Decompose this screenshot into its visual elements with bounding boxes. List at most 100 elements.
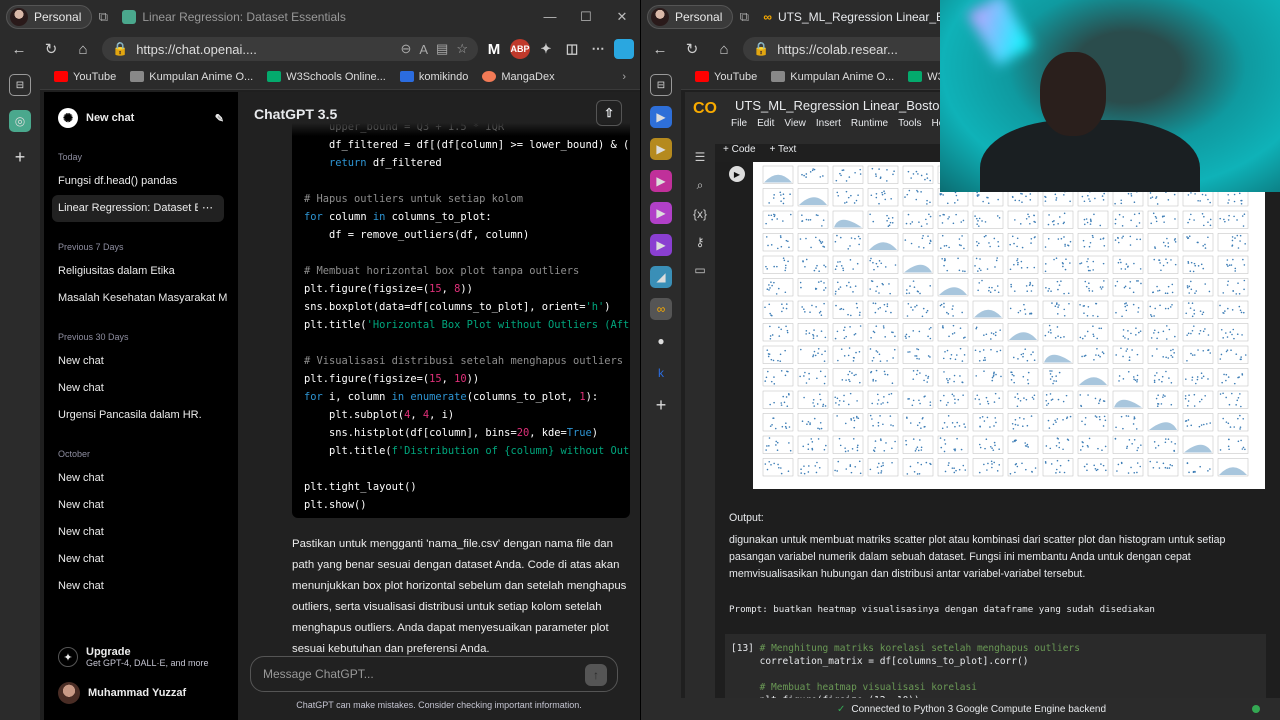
share-icon[interactable]: ⇧ — [596, 100, 622, 126]
new-chat-button[interactable]: ✺ New chat ✎ — [52, 100, 230, 136]
refresh-icon[interactable]: ↻ — [38, 36, 64, 62]
right-active-tab[interactable]: ∞ UTS_ML_Regression Linear_Bo — [763, 10, 950, 24]
workspaces-icon[interactable]: ⧉ — [733, 6, 755, 28]
pairplot-point — [843, 337, 846, 340]
add-text-button[interactable]: + Text — [770, 144, 797, 162]
chatgpt-tab-icon[interactable]: ◎ — [9, 110, 31, 132]
left-active-tab[interactable]: Linear Regression: Dataset Essentials — [122, 10, 346, 24]
adblock-icon[interactable]: ABP — [510, 39, 530, 59]
key-icon[interactable]: ⚷ — [696, 235, 705, 249]
toc-icon[interactable]: ☰ — [695, 150, 706, 164]
pairplot-point — [1167, 199, 1170, 201]
left-url-field[interactable]: 🔒 https://chat.openai.... ⊖ A ▤ ☆ — [102, 37, 478, 61]
bookmarks-overflow-icon[interactable]: › — [622, 71, 626, 83]
bookmark-w3schools[interactable]: W3Schools Online... — [267, 71, 386, 83]
tab-icon[interactable]: ▶ — [650, 138, 672, 160]
more-options-icon[interactable]: ⋯ — [202, 195, 213, 222]
pairplot-point — [920, 191, 922, 193]
bookmark-komikindo[interactable]: komikindo — [399, 71, 468, 83]
pairplot-point — [1058, 446, 1061, 449]
tab-icon[interactable]: ▶ — [650, 106, 672, 128]
tab-icon[interactable]: ◢ — [650, 266, 672, 288]
m-extension-icon[interactable]: M — [484, 39, 504, 59]
back-icon[interactable]: ← — [6, 36, 32, 62]
close-icon[interactable]: ✕ — [604, 9, 640, 25]
history-item[interactable]: New chat — [44, 546, 230, 573]
right-profile-button[interactable]: Personal — [647, 5, 734, 29]
pairplot-point — [1016, 237, 1019, 240]
minimize-icon[interactable]: — — [532, 9, 568, 25]
pairplot-panel — [937, 390, 969, 409]
menu-file[interactable]: File — [731, 118, 747, 129]
colab-tab-icon[interactable]: ∞ — [650, 298, 672, 320]
extensions-icon[interactable]: ✦ — [536, 39, 556, 59]
menu-tools[interactable]: Tools — [898, 118, 921, 129]
pairplot-point — [1017, 397, 1020, 400]
new-tab-icon[interactable]: + — [9, 146, 31, 168]
pairplot-point — [930, 463, 932, 466]
upgrade-button[interactable]: ✦ Upgrade Get GPT-4, DALL·E, and more — [58, 646, 209, 668]
bookmark-youtube[interactable]: YouTube — [54, 71, 116, 83]
notebook-title[interactable]: UTS_ML_Regression Linear_Boston — [735, 98, 947, 113]
left-profile-button[interactable]: Personal — [6, 5, 93, 29]
model-selector[interactable]: ChatGPT 3.5 — [254, 106, 337, 122]
zoom-icon[interactable]: ⊖ — [400, 41, 411, 57]
pairplot-point — [993, 401, 996, 403]
history-item[interactable]: New chat — [44, 348, 230, 375]
refresh-icon[interactable]: ↻ — [679, 36, 705, 62]
history-item[interactable]: New chat — [44, 519, 230, 546]
copilot-icon[interactable] — [614, 39, 634, 59]
tab-icon[interactable]: ▶ — [650, 234, 672, 256]
home-icon[interactable]: ⌂ — [711, 36, 737, 62]
tab-icon[interactable]: ▶ — [650, 202, 672, 224]
history-item[interactable]: New chat — [44, 465, 230, 492]
bookmark-mangadex[interactable]: MangaDex — [482, 71, 555, 83]
history-item-active[interactable]: Linear Regression: Dataset Es ⋯ — [52, 195, 224, 222]
tab-actions-icon[interactable]: ⊟ — [9, 74, 31, 96]
pairplot-point — [961, 381, 963, 384]
history-item[interactable]: New chat — [44, 375, 230, 402]
pairplot-point — [879, 306, 881, 309]
pairplot-point — [1237, 440, 1240, 443]
maximize-icon[interactable]: ☐ — [568, 9, 604, 25]
add-code-button[interactable]: + Code — [723, 144, 756, 162]
menu-runtime[interactable]: Runtime — [851, 118, 888, 129]
history-item[interactable]: Masalah Kesehatan Masyarakat M — [44, 285, 230, 312]
code-cell[interactable]: [13] # Menghitung matriks korelasi setel… — [725, 634, 1266, 698]
history-item[interactable]: Urgensi Pancasila dalam HR. — [44, 402, 230, 429]
run-cell-icon[interactable]: ▶ — [729, 166, 745, 182]
reader-icon[interactable]: ▤ — [436, 41, 448, 57]
bookmark-anime[interactable]: Kumpulan Anime O... — [771, 71, 894, 83]
history-item[interactable]: Fungsi df.head() pandas — [44, 168, 230, 195]
workspaces-icon[interactable]: ⧉ — [92, 6, 114, 28]
message-input[interactable]: Message ChatGPT... ↑ — [250, 656, 618, 692]
more-icon[interactable]: ⋯ — [588, 39, 608, 59]
folder-icon[interactable]: ▭ — [694, 263, 705, 277]
history-item[interactable]: Religiusitas dalam Etika — [44, 258, 230, 285]
tab-actions-icon[interactable]: ⊟ — [650, 74, 672, 96]
home-icon[interactable]: ⌂ — [70, 36, 96, 62]
bookmark-youtube[interactable]: YouTube — [695, 71, 757, 83]
pairplot-point — [780, 236, 782, 239]
send-icon[interactable]: ↑ — [585, 664, 607, 686]
menu-insert[interactable]: Insert — [816, 118, 841, 129]
tab-icon[interactable]: ▶ — [650, 170, 672, 192]
read-aloud-icon[interactable]: A — [419, 42, 428, 57]
pairplot-panel — [1077, 255, 1109, 274]
bookmark-anime[interactable]: Kumpulan Anime O... — [130, 71, 253, 83]
user-menu[interactable]: Muhammad Yuzzaf — [58, 682, 186, 704]
back-icon[interactable]: ← — [647, 36, 673, 62]
menu-edit[interactable]: Edit — [757, 118, 774, 129]
history-item[interactable]: New chat — [44, 573, 230, 600]
favorite-star-icon[interactable]: ☆ — [456, 41, 468, 57]
tab-icon[interactable]: k — [650, 362, 672, 384]
pairplot-point — [948, 462, 950, 464]
github-tab-icon[interactable]: ● — [650, 330, 672, 352]
search-icon[interactable]: ⌕ — [697, 178, 704, 193]
history-item[interactable]: New chat — [44, 492, 230, 519]
edit-icon[interactable]: ✎ — [215, 112, 224, 125]
new-tab-icon[interactable]: + — [650, 394, 672, 416]
menu-view[interactable]: View — [784, 118, 806, 129]
variables-icon[interactable]: {x} — [693, 207, 707, 221]
split-screen-icon[interactable]: ◫ — [562, 39, 582, 59]
